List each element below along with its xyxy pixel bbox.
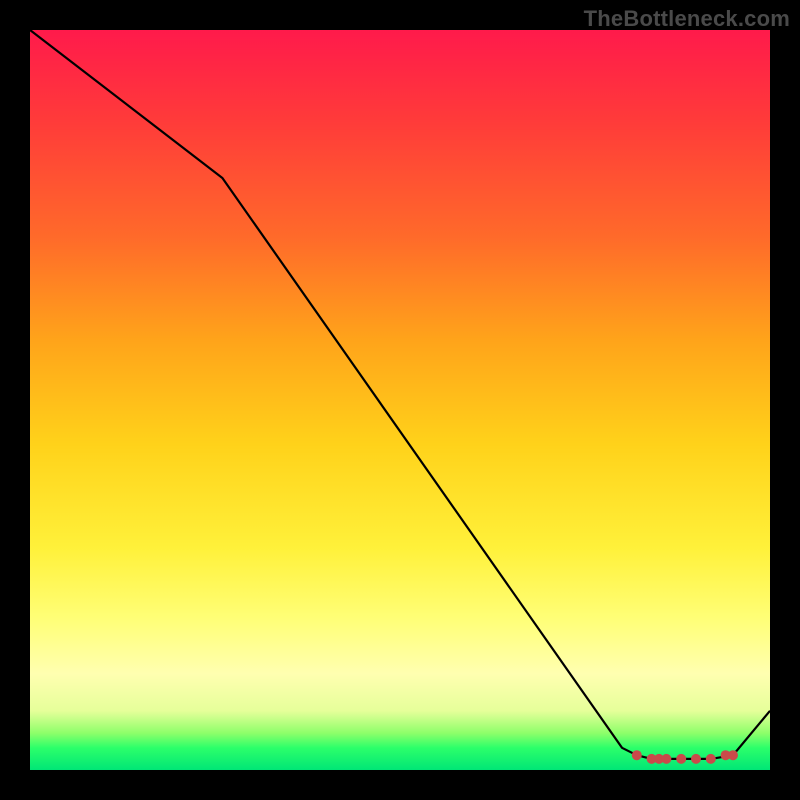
chart-frame: TheBottleneck.com <box>0 0 800 800</box>
chart-plot-area <box>30 30 770 770</box>
watermark-text: TheBottleneck.com <box>584 6 790 32</box>
